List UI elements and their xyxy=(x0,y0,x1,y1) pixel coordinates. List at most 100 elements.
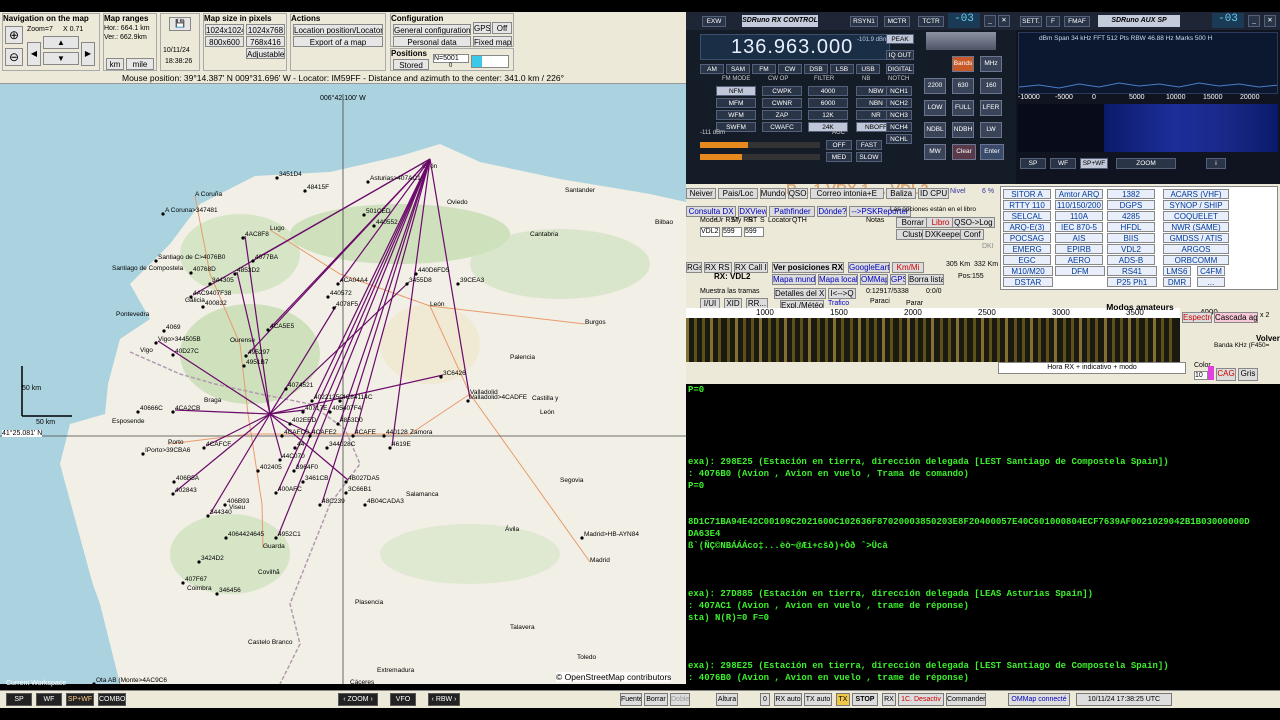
color-field[interactable]: 10 xyxy=(1194,371,1208,380)
gps-button[interactable]: GPS xyxy=(890,274,906,285)
ommap-button[interactable]: OMMap xyxy=(860,274,888,285)
fm-modes-0-button[interactable]: NFM xyxy=(716,86,756,96)
keypad-mhz-button[interactable]: MHz xyxy=(980,56,1002,72)
mode-dsb-button[interactable]: DSB xyxy=(804,64,828,74)
mode-8-2-button[interactable]: P25 Ph1 xyxy=(1107,277,1157,287)
unit-km-button[interactable]: km xyxy=(106,58,124,70)
size-800x600-button[interactable]: 800x600 xyxy=(205,36,244,47)
mode-lsb-button[interactable]: LSB xyxy=(830,64,854,74)
keypad-enter-button[interactable]: Enter xyxy=(980,144,1004,160)
log-value-field[interactable]: VDL2 xyxy=(700,227,720,237)
mode-6-3-button[interactable]: ORBCOMM xyxy=(1163,255,1229,265)
hora-rx-field[interactable]: Hora RX + indicativo + modo xyxy=(998,362,1186,374)
minimize-button[interactable]: _ xyxy=(984,15,996,27)
mode-6-1-button[interactable]: AERO xyxy=(1055,255,1103,265)
keypad-lw-button[interactable]: LW xyxy=(980,122,1002,138)
keypad-mw-button[interactable]: MW xyxy=(924,144,946,160)
sett-button[interactable]: SETT. xyxy=(1020,16,1042,27)
positions-count-field[interactable]: N=5001 xyxy=(433,54,469,63)
peak-button[interactable]: PEAK xyxy=(886,34,914,44)
pan-right-button[interactable]: ▶ xyxy=(81,42,95,66)
minimize-button[interactable]: _ xyxy=(1248,15,1260,27)
rbw-status-button[interactable]: ‹ RBW › xyxy=(428,693,460,706)
detalles-xid-button[interactable]: Detalles del XID xyxy=(774,288,826,299)
mode-3-3-button[interactable]: NWR (SAME) xyxy=(1163,222,1229,232)
mode-4-0-button[interactable]: POCSAG xyxy=(1003,233,1051,243)
mctr-button[interactable]: MCTR xyxy=(884,16,910,27)
log-value-field[interactable]: 599 xyxy=(722,227,742,237)
wf-button[interactable]: WF xyxy=(1050,158,1076,169)
status-6[interactable]: TX auto xyxy=(804,693,832,706)
log-button-borrar[interactable]: Borrar xyxy=(896,217,930,228)
gris-button[interactable]: Gris xyxy=(1238,368,1258,381)
agc-slow-button[interactable]: SLOW xyxy=(856,152,882,162)
tctr-button[interactable]: TCTR xyxy=(918,16,944,27)
zoom-button[interactable]: ZOOM xyxy=(1116,158,1176,169)
decoder-link-1[interactable]: DXView xyxy=(738,206,768,217)
mode-0-1-button[interactable]: Amtor ARQ xyxy=(1055,189,1103,199)
borra-lista-button[interactable]: Borra lista xyxy=(908,274,944,285)
exw-button[interactable]: EXW xyxy=(702,16,726,27)
status-3[interactable]: Altura xyxy=(716,693,738,706)
decoder-tab-5[interactable]: Baliza xyxy=(886,188,917,199)
mode-1-1-button[interactable]: 110/150/200 xyxy=(1055,200,1103,210)
floppy-icon[interactable]: 💾 xyxy=(169,17,191,31)
mode-0-2-button[interactable]: 1382 xyxy=(1107,189,1155,199)
mode-7-3-button[interactable]: LMS6 xyxy=(1163,266,1191,276)
sp-status-button[interactable]: SP xyxy=(6,693,32,706)
rsyn1-button[interactable]: RSYN1 xyxy=(850,16,878,27)
km-mi-button[interactable]: Km/Mi xyxy=(892,262,924,273)
mapa-mundial-button[interactable]: Mapa mundial xyxy=(772,274,816,285)
fixed-map-button[interactable]: Fixed map xyxy=(473,36,512,47)
digital-button[interactable]: DIGITAL xyxy=(886,64,914,74)
zoom-in-icon[interactable]: ⊕ xyxy=(5,26,23,44)
size-1024x768-button[interactable]: 1024x768 xyxy=(246,24,285,35)
sp-wf-button[interactable]: SP+WF xyxy=(1080,158,1108,169)
mode-2-2-button[interactable]: 4285 xyxy=(1107,211,1155,221)
sp-wf-status-button[interactable]: SP+WF xyxy=(66,693,94,706)
notch-4-button[interactable]: NCHL xyxy=(886,134,912,144)
mode-4-1-button[interactable]: AIS xyxy=(1055,233,1103,243)
mode-2-3-button[interactable]: COQUELET xyxy=(1163,211,1229,221)
status-4[interactable]: 0 xyxy=(760,693,770,706)
decoder-tab-6[interactable]: ID CPU xyxy=(918,188,949,199)
adjustable-button[interactable]: Adjustable xyxy=(246,48,285,59)
fm-modes-1-button[interactable]: MFM xyxy=(716,98,756,108)
status-13[interactable]: 10/11/24 17:38:25 UTC xyxy=(1076,693,1172,706)
keypad-ndbh-button[interactable]: NDBH xyxy=(952,122,974,138)
keypad-lfer-button[interactable]: LFER xyxy=(980,100,1002,116)
map-canvas[interactable]: A Coruña Santiago de Compostela Lugo Ourens… xyxy=(0,84,686,684)
mode-usb-button[interactable]: USB xyxy=(856,64,880,74)
pan-down-button[interactable]: ▼ xyxy=(43,52,79,65)
log-value-field[interactable]: 599 xyxy=(744,227,764,237)
mode-am-button[interactable]: AM xyxy=(700,64,724,74)
mode-0-3-button[interactable]: ACARS (VHF) xyxy=(1163,189,1229,199)
mode-2-1-button[interactable]: 110A xyxy=(1055,211,1103,221)
mode-7-4-button[interactable]: C4FM xyxy=(1197,266,1225,276)
positions-slider[interactable] xyxy=(471,55,509,68)
status-0[interactable]: Fuente xyxy=(620,693,642,706)
decoder-link-3[interactable]: Dónde? xyxy=(817,206,847,217)
mode-fm-button[interactable]: FM xyxy=(752,64,776,74)
keypad-160-button[interactable]: 160 xyxy=(980,78,1002,94)
fm-modes-2-button[interactable]: WFM xyxy=(716,110,756,120)
mode-1-2-button[interactable]: DGPS xyxy=(1107,200,1155,210)
mode-7-1-button[interactable]: DFM xyxy=(1055,266,1105,276)
keypad-low-button[interactable]: LOW xyxy=(924,100,946,116)
status-5[interactable]: RX auto xyxy=(774,693,802,706)
mode-6-0-button[interactable]: EGC xyxy=(1003,255,1051,265)
log-button-dxkeeper[interactable]: DXKeeper xyxy=(922,229,965,240)
decoder-tab-0[interactable]: Neiver xyxy=(686,188,717,199)
size-1024x1024-button[interactable]: 1024x1024 xyxy=(205,24,244,35)
decoder-waterfall[interactable] xyxy=(686,318,1180,362)
f-button[interactable]: F xyxy=(1046,16,1060,27)
decoder-link-2[interactable]: Pathfinder xyxy=(769,206,816,217)
filters-2-button[interactable]: 12K xyxy=(808,110,848,120)
mode-4-2-button[interactable]: BIIS xyxy=(1107,233,1155,243)
waterfall-display[interactable] xyxy=(1104,104,1278,152)
log-button-conf[interactable]: Conf xyxy=(960,229,985,240)
close-icon[interactable]: ✕ xyxy=(998,15,1010,27)
mode-8-0-button[interactable]: DSTAR xyxy=(1003,277,1053,287)
status-10[interactable]: 1C. Desactiv xyxy=(898,693,944,706)
mode-8-4-button[interactable]: ... xyxy=(1197,277,1225,287)
